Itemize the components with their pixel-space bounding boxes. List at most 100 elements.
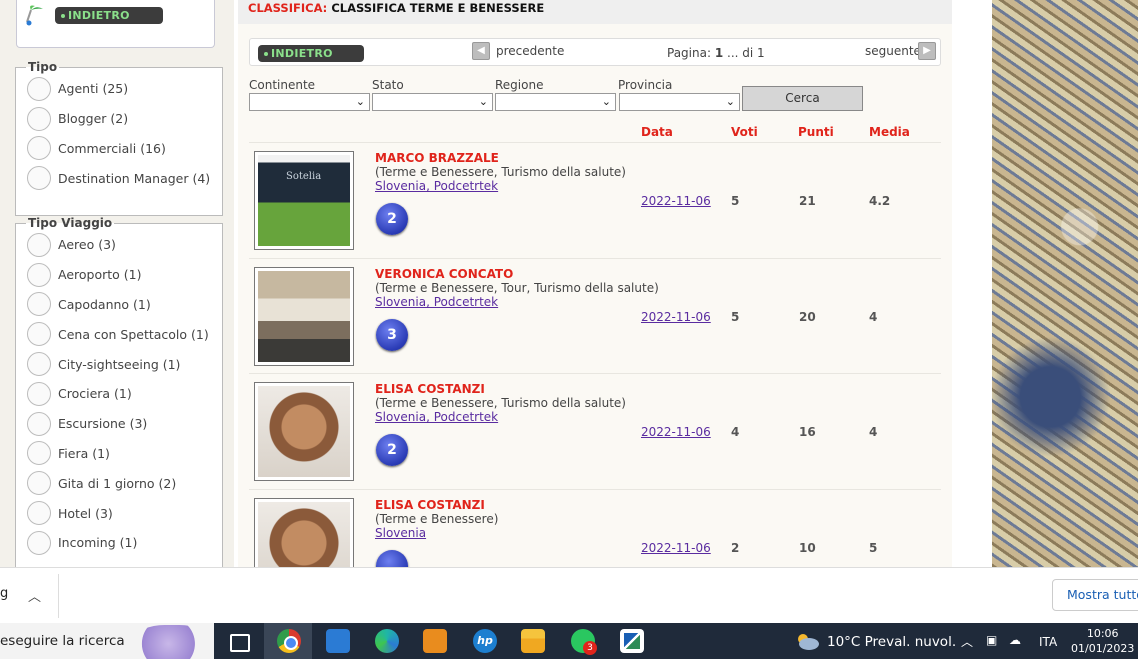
- sidebar-back-button[interactable]: INDIETRO: [55, 7, 163, 24]
- prev-arrow-icon[interactable]: ◀: [472, 42, 490, 60]
- option-label: Hotel (3): [58, 505, 113, 521]
- radio-button[interactable]: [27, 352, 51, 377]
- option-label: Escursione (3): [58, 416, 148, 432]
- rank-badge: [376, 550, 408, 567]
- radio-button[interactable]: [27, 262, 51, 287]
- viaggio-option[interactable]: Fiera (1): [26, 439, 212, 469]
- pagination-bar: INDIETRO ◀ precedente Pagina: 1 ... di 1…: [249, 38, 941, 66]
- radio-button[interactable]: [27, 471, 51, 496]
- next-arrow-icon[interactable]: ▶: [918, 42, 936, 60]
- location-link[interactable]: Slovenia, Podcetrtek: [375, 410, 498, 424]
- clock[interactable]: 10:06 01/01/2023: [1071, 626, 1134, 656]
- prev-link[interactable]: precedente: [496, 44, 564, 58]
- radio-button[interactable]: [27, 166, 51, 191]
- hp-icon[interactable]: hp: [473, 629, 497, 653]
- table-row: ELISA COSTANZI (Terme e Benessere, Turis…: [249, 373, 941, 489]
- option-label: City-sightseeing (1): [58, 356, 181, 372]
- radio-button[interactable]: [27, 411, 51, 436]
- weather-cloud-icon[interactable]: [794, 631, 820, 651]
- search-button[interactable]: Cerca: [742, 86, 863, 111]
- user-photo[interactable]: [254, 267, 354, 366]
- background-image: [992, 0, 1138, 567]
- download-bar: g ︿ Mostra tutto: [0, 567, 1138, 623]
- radio-button[interactable]: [27, 501, 51, 526]
- tipo-option-agenti[interactable]: Agenti (25): [26, 74, 212, 104]
- table-row: VERONICA CONCATO (Terme e Benessere, Tou…: [249, 258, 941, 374]
- photo-sign-text: Sotelia: [286, 171, 322, 182]
- radio-button[interactable]: [27, 322, 51, 347]
- location-link[interactable]: Slovenia, Podcetrtek: [375, 179, 498, 193]
- show-all-button[interactable]: Mostra tutto: [1052, 579, 1138, 611]
- weather-text[interactable]: 10°C Preval. nuvol.: [827, 634, 956, 650]
- stato-label: Stato: [372, 78, 404, 92]
- user-photo[interactable]: [254, 382, 354, 481]
- date-link[interactable]: 2022-11-06: [641, 194, 711, 208]
- location-link[interactable]: Slovenia, Podcetrtek: [375, 295, 498, 309]
- reviewer-categories: (Terme e Benessere, Turismo della salute…: [375, 165, 626, 179]
- radio-button[interactable]: [27, 441, 51, 466]
- office-icon[interactable]: [423, 629, 447, 653]
- reviewer-categories: (Terme e Benessere, Tour, Turismo della …: [375, 281, 659, 295]
- taskbar-search[interactable]: eseguire la ricerca: [0, 623, 214, 659]
- viaggio-option[interactable]: Escursione (3): [26, 409, 212, 439]
- user-photo[interactable]: [254, 498, 354, 567]
- download-item[interactable]: g: [0, 586, 8, 601]
- viaggio-option[interactable]: Cena con Spettacolo (1): [26, 319, 212, 349]
- viaggio-option[interactable]: Aereo (3): [26, 230, 212, 260]
- device-icon[interactable]: ▣: [986, 633, 997, 647]
- header-data: Data: [641, 125, 673, 139]
- viaggio-option[interactable]: Incoming (1): [26, 528, 212, 558]
- voti-value: 5: [731, 194, 740, 208]
- media-value: 5: [869, 541, 878, 555]
- radio-button[interactable]: [27, 76, 51, 101]
- tipo-option-blogger[interactable]: Blogger (2): [26, 104, 212, 134]
- radio-button[interactable]: [27, 232, 51, 257]
- provincia-label: Provincia: [618, 78, 673, 92]
- chevron-down-icon: ⌄: [725, 95, 735, 108]
- language-indicator[interactable]: ITA: [1039, 635, 1057, 649]
- provincia-select[interactable]: ⌄: [619, 93, 740, 111]
- viaggio-option[interactable]: City-sightseeing (1): [26, 349, 212, 379]
- table-row: Sotelia MARCO BRAZZALE (Terme e Benesser…: [249, 142, 941, 258]
- date-link[interactable]: 2022-11-06: [641, 541, 711, 555]
- user-photo[interactable]: Sotelia: [254, 151, 354, 250]
- stato-select[interactable]: ⌄: [372, 93, 493, 111]
- punti-value: 20: [799, 310, 816, 324]
- continente-select[interactable]: ⌄: [249, 93, 370, 111]
- taskbar: eseguire la ricerca hp 3 10°C Preval. nu…: [0, 623, 1138, 659]
- viaggio-option[interactable]: Aeroporto (1): [26, 260, 212, 290]
- edge-icon[interactable]: [375, 629, 399, 653]
- viaggio-option[interactable]: Gita di 1 giorno (2): [26, 468, 212, 498]
- cloud-icon[interactable]: ☁: [1009, 633, 1021, 647]
- mail-icon[interactable]: [326, 629, 350, 653]
- tipo-viaggio-filter-group: Tipo Viaggio Aereo (3) Aeroporto (1) Cap…: [15, 216, 223, 576]
- task-view-icon[interactable]: [226, 629, 250, 653]
- chrome-icon[interactable]: [277, 629, 301, 653]
- option-label: Aeroporto (1): [58, 267, 142, 283]
- viaggio-option[interactable]: Capodanno (1): [26, 290, 212, 320]
- regione-select[interactable]: ⌄: [495, 93, 616, 111]
- tipo-option-destination-manager[interactable]: Destination Manager (4): [26, 163, 212, 193]
- file-explorer-icon[interactable]: [521, 629, 545, 653]
- radio-button[interactable]: [27, 530, 51, 555]
- app-icon[interactable]: [620, 629, 644, 653]
- voti-value: 4: [731, 425, 740, 439]
- chevron-up-icon[interactable]: ︿: [961, 633, 973, 650]
- viaggio-option[interactable]: Crociera (1): [26, 379, 212, 409]
- chevron-up-icon[interactable]: ︿: [28, 586, 41, 605]
- back-button[interactable]: INDIETRO: [258, 45, 364, 62]
- date-link[interactable]: 2022-11-06: [641, 310, 711, 324]
- tipo-option-commerciali[interactable]: Commerciali (16): [26, 134, 212, 164]
- voti-value: 2: [731, 541, 740, 555]
- radio-button[interactable]: [27, 136, 51, 161]
- option-label: Aereo (3): [58, 237, 116, 253]
- next-link[interactable]: seguente: [865, 44, 921, 58]
- radio-button[interactable]: [27, 292, 51, 317]
- search-text: eseguire la ricerca: [0, 633, 125, 649]
- location-link[interactable]: Slovenia: [375, 526, 426, 540]
- palm-tree-icon: [26, 5, 43, 26]
- date-link[interactable]: 2022-11-06: [641, 425, 711, 439]
- radio-button[interactable]: [27, 106, 51, 131]
- radio-button[interactable]: [27, 381, 51, 406]
- viaggio-option[interactable]: Hotel (3): [26, 498, 212, 528]
